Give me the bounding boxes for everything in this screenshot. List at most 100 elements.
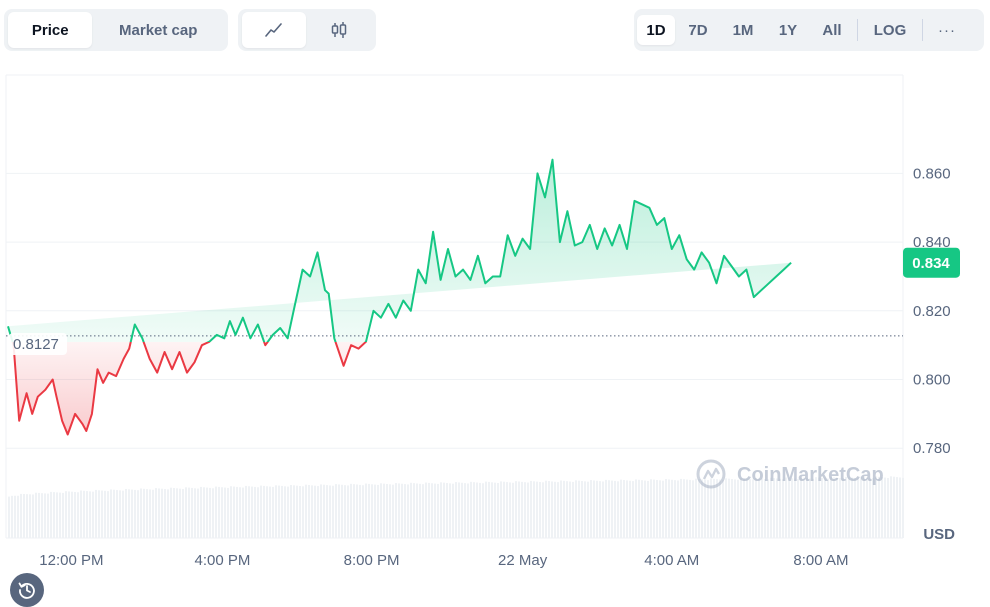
volume-bar [794,478,796,538]
volume-bar [797,479,799,538]
volume-bar [560,480,562,538]
volume-bar [71,491,73,538]
volume-bar [809,478,811,538]
history-button[interactable] [10,573,44,607]
volume-bar [125,488,127,538]
volume-bar [854,477,856,538]
volume-bar [236,486,238,538]
volume-bar [782,479,784,538]
volume-bar [785,477,787,538]
volume-bar [491,482,493,538]
volume-bar [392,484,394,538]
volume-bar [881,477,883,538]
volume-bar [611,480,613,538]
volume-bar [356,484,358,538]
volume-bar [605,479,607,538]
volume-bar [896,477,898,538]
volume-bar [452,483,454,538]
volume-bar [323,484,325,538]
volume-bar [617,481,619,538]
volume-bar [128,489,130,538]
volume-bar [731,479,733,538]
volume-bar [68,491,70,538]
volume-bar [269,486,271,538]
volume-bar [530,480,532,538]
x-tick-label: 4:00 AM [644,552,699,569]
volume-bar [152,489,154,538]
volume-bar [695,478,697,538]
volume-bar [110,489,112,538]
volume-bar [836,477,838,538]
volume-bar [281,485,283,538]
x-tick-label: 22 May [498,552,548,569]
volume-bar [512,482,514,538]
volume-bar [413,483,415,538]
volume-bar [644,480,646,538]
volume-bar [728,478,730,538]
volume-bar [548,481,550,538]
volume-bar [137,490,139,538]
volume-bar [215,486,217,538]
volume-bar [14,495,16,538]
volume-bar [626,480,628,538]
volume-bar [395,483,397,538]
volume-bar [368,483,370,538]
volume-bar [296,485,298,538]
volume-bar [209,487,211,538]
volume-bar [662,480,664,538]
volume-bar [479,482,481,538]
volume-bar [893,476,895,538]
volume-bar [839,478,841,538]
volume-bar [362,485,364,538]
volume-bar [497,483,499,538]
volume-bar [575,480,577,538]
volume-bar [374,484,376,538]
volume-bar [755,477,757,538]
volume-bar [290,484,292,538]
volume-bar [851,477,853,538]
volume-bar [629,480,631,538]
volume-bar [764,479,766,538]
volume-bar [758,478,760,538]
volume-bar [242,487,244,538]
volume-bar [743,478,745,538]
volume-bar [407,484,409,538]
volume-bar [482,483,484,538]
volume-bar [191,487,193,538]
volume-bar [806,478,808,538]
volume-bar [503,481,505,538]
volume-bar [647,480,649,538]
volume-bar [890,476,892,538]
volume-bar [536,481,538,538]
volume-bar [167,489,169,538]
volume-bar [449,483,451,538]
volume-bar [233,486,235,538]
volume-bar [824,478,826,538]
volume-bar [293,485,295,538]
volume-bar [320,484,322,538]
volume-bar [584,481,586,538]
volume-bar [899,477,901,538]
volume-bar [230,486,232,538]
volume-bar [623,480,625,538]
volume-bar [467,483,469,538]
volume-bar [845,476,847,538]
volume-bar [842,478,844,538]
volume-bar [113,489,115,538]
volume-bar [50,491,52,538]
volume-bar [821,477,823,538]
volume-bar [179,488,181,538]
volume-bar [686,479,688,538]
volume-bar [347,485,349,538]
volume-bar [614,480,616,538]
volume-bar [542,482,544,538]
volume-bar [329,485,331,538]
volume-bar [53,492,55,538]
volume-bar [332,485,334,538]
volume-bar [32,494,34,538]
volume-bar [572,481,574,538]
volume-bar [401,483,403,538]
volume-bar [260,485,262,538]
volume-bar [344,485,346,538]
volume-bar [539,481,541,538]
